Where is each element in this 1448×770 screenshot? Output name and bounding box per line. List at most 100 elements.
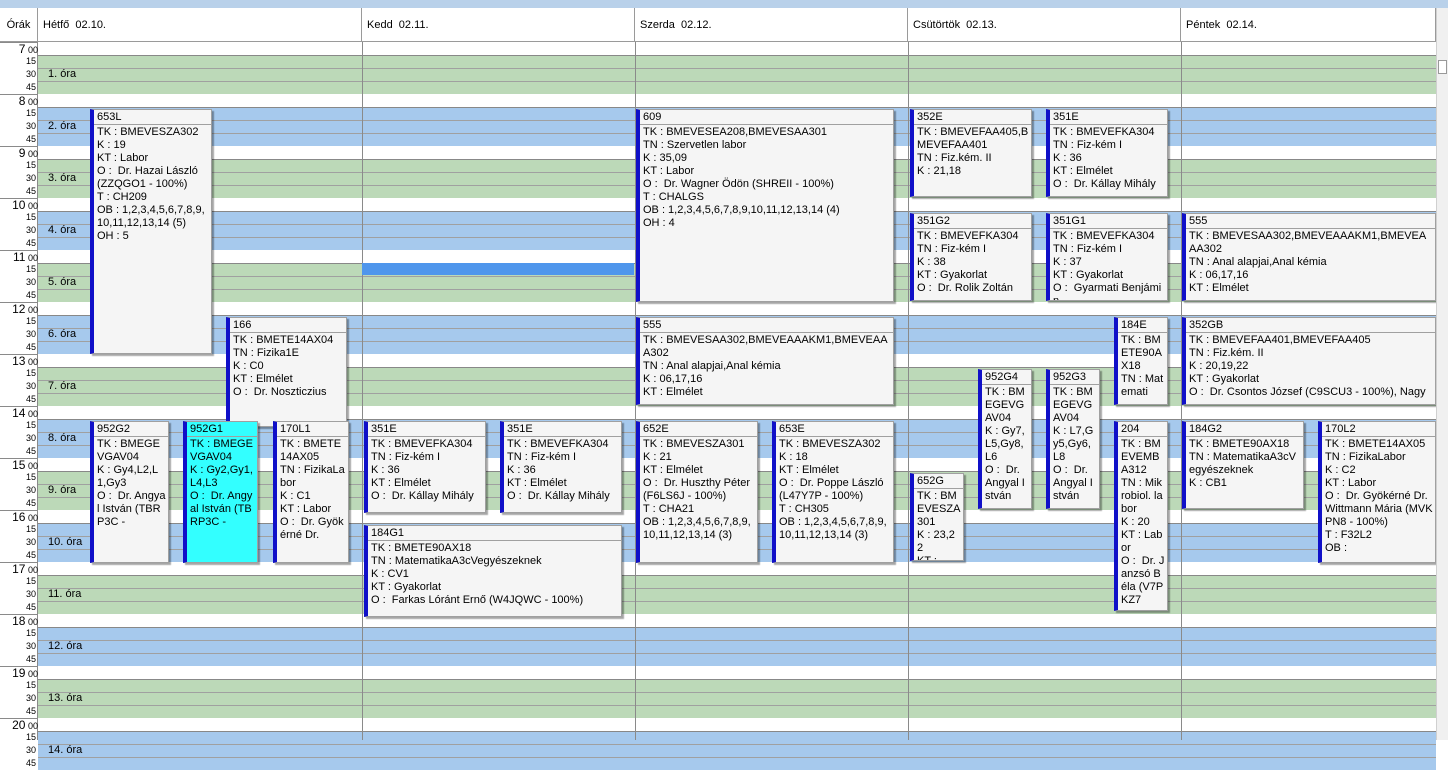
- minute-number: 00: [25, 305, 38, 315]
- course-event[interactable]: 352GB TK : BMEVEFAA401,BMEVEFAA405 TN : Fi…: [1182, 317, 1436, 405]
- hour-number: 18: [12, 614, 26, 628]
- hour-number: 17: [12, 562, 26, 576]
- course-code: 184E: [1118, 319, 1167, 333]
- course-event[interactable]: 652G TK : BMEVESZA301 K : 23,22 KT :: [910, 473, 964, 561]
- selected-time-slot[interactable]: [362, 263, 634, 275]
- period-label: 7. óra: [48, 380, 77, 392]
- quarter-line: [38, 68, 1436, 69]
- hour-number: 11: [13, 250, 26, 264]
- minute-number: 00: [25, 617, 38, 627]
- course-event[interactable]: 351G1 TK : BMEVEFKA304 TN : Fiz-kém IK : 3…: [1046, 213, 1168, 301]
- minute-label: 15: [25, 212, 36, 222]
- quarter-line: [38, 588, 1436, 589]
- course-code: 352GB: [1186, 319, 1435, 333]
- period-label: 5. óra: [48, 276, 77, 288]
- course-detail: O : Farkas Lóránt Ernő (W4JQWC - 100%): [371, 594, 584, 606]
- course-code: 952G2: [94, 423, 168, 437]
- course-event[interactable]: 170L1 TK : BMETE14AX05 TN : FizikaLabor K :…: [273, 421, 349, 563]
- course-event[interactable]: 952G1 TK : BMEGEVGAV04 K : Gy2,Gy1,L4,L3 O …: [183, 421, 258, 563]
- course-code: 653L: [94, 111, 211, 125]
- quarter-line: [38, 601, 1436, 602]
- course-event[interactable]: 184G2 TK : BMETE90AX18 TN : MatematikaA3cV…: [1182, 421, 1304, 509]
- course-detail: K : CV1: [371, 568, 409, 580]
- hour-number: 12: [12, 302, 26, 316]
- course-event[interactable]: 653L TK : BMEVESZA302 K : 19 KT : Labor O : …: [90, 109, 212, 354]
- period-label: 13. óra: [48, 692, 83, 704]
- course-event[interactable]: 652E TK : BMEVESZA301 K : 21 KT : Elmélet O …: [636, 421, 758, 563]
- vertical-scrollbar[interactable]: [1436, 8, 1448, 740]
- minute-label: 45: [25, 134, 36, 144]
- course-event[interactable]: 166 TK : BMETE14AX04 TN : Fizika1E K : C0 KT…: [226, 317, 347, 427]
- course-detail: K : 35,09: [643, 152, 688, 164]
- minute-label: 30: [25, 589, 36, 599]
- course-detail: O : Dr. Kállay Mihály: [371, 490, 474, 502]
- scrollbar-thumb[interactable]: [1438, 60, 1447, 74]
- course-detail: TN : Fiz-kém I: [1053, 139, 1123, 151]
- minute-label: 30: [25, 225, 36, 235]
- day-header-tuesday[interactable]: Kedd 02.11.: [362, 8, 635, 42]
- course-detail: TK : BMEVEFKA304: [371, 438, 473, 450]
- minute-label: 45: [25, 498, 36, 508]
- course-code: 653E: [776, 423, 893, 437]
- day-header-thursday[interactable]: Csütörtök 02.13.: [908, 8, 1181, 42]
- day-header-friday[interactable]: Péntek 02.14.: [1181, 8, 1436, 42]
- hour-label: 16 00: [0, 511, 38, 524]
- course-detail: K : 36: [507, 464, 536, 476]
- period-label: 3. óra: [48, 172, 77, 184]
- day-header-wednesday[interactable]: Szerda 02.12.: [635, 8, 908, 42]
- course-detail: TN : MatematikaA3cVegyészeknek: [1189, 451, 1296, 476]
- course-detail: OB : 1,2,3,4,5,6,7,8,9,10,11,12,13,14 (3…: [779, 516, 887, 541]
- course-event[interactable]: 555 TK : BMEVESAA302,BMEVEAAAKM1,BMEVEAAA…: [636, 317, 894, 405]
- course-event[interactable]: 184G1 TK : BMETE90AX18 TN : MatematikaA3cV…: [364, 525, 622, 617]
- quarter-line: [38, 640, 1436, 641]
- minute-number: 00: [25, 357, 38, 367]
- course-event[interactable]: 170L2 TK : BMETE14AX05 TN : FizikaLabor K :…: [1318, 421, 1436, 563]
- hour-label: 15 00: [0, 459, 38, 472]
- course-code: 652G: [914, 475, 963, 489]
- period-label: 8. óra: [48, 432, 77, 444]
- course-event[interactable]: 555 TK : BMEVESAA302,BMEVEAAAKM1,BMEVEAAA…: [1182, 213, 1436, 301]
- minute-label: 15: [25, 628, 36, 638]
- course-detail: T : CHA21: [643, 503, 695, 515]
- course-detail: TK : BMEGEVGAV04: [97, 438, 160, 463]
- hour-number: 16: [12, 510, 26, 524]
- hour-label: 18 00: [0, 615, 38, 628]
- course-detail: TN : FizikaLabor: [280, 464, 345, 489]
- course-event[interactable]: 352E TK : BMEVEFAA405,BMEVEFAA401 TN : Fiz…: [910, 109, 1032, 197]
- period-label: 1. óra: [48, 68, 77, 80]
- course-event[interactable]: 952G4 TK : BMEGEVGAV04 K : Gy7,L5,Gy8,L6 O …: [978, 369, 1032, 509]
- minute-number: 00: [25, 253, 38, 263]
- course-event[interactable]: 351E TK : BMEVEFKA304 TN : Fiz-kém IK : 36…: [500, 421, 622, 513]
- course-detail: TN : Szervetlen labor: [643, 139, 747, 151]
- course-event[interactable]: 952G3 TK : BMEGEVGAV04 K : L7,Gy5,Gy6,L8 O …: [1046, 369, 1100, 509]
- course-detail: TK : BMEVEFKA304: [917, 230, 1019, 242]
- quarter-line: [38, 744, 1436, 745]
- course-event[interactable]: 609 TK : BMEVESEA208,BMEVESAA301 TN : Szer…: [636, 109, 894, 302]
- course-detail: K : C1: [280, 490, 311, 502]
- minute-number: 00: [25, 149, 38, 159]
- course-detail: KT : Labor: [1325, 477, 1377, 489]
- course-event[interactable]: 952G2 TK : BMEGEVGAV04 K : Gy4,L2,L1,Gy3 O …: [90, 421, 169, 563]
- minute-label: 30: [25, 485, 36, 495]
- course-event[interactable]: 204 TK : BMEVEMBA312 TN : Mikrobiol. labor…: [1114, 421, 1168, 611]
- course-detail: T : CHALGS: [643, 191, 704, 203]
- course-event[interactable]: 184E TK : BMETE90AX18 TN : Matemati: [1114, 317, 1168, 405]
- period-label: 11. óra: [48, 588, 82, 600]
- course-event[interactable]: 351E TK : BMEVEFKA304 TN : Fiz-kém IK : 36…: [364, 421, 486, 513]
- course-detail: TK : BMETE14AX05: [280, 438, 342, 463]
- hour-number: 20: [12, 718, 26, 732]
- course-detail: TN : Fiz.kém. II: [917, 152, 992, 164]
- course-detail: TN : Fizika1E: [233, 347, 300, 359]
- minute-label: 30: [25, 641, 36, 651]
- period-label: 9. óra: [48, 484, 77, 496]
- course-detail: TK : BMEVESZA302: [97, 126, 199, 138]
- timetable-grid: Órák Hétfő 02.10. Kedd 02.11. Szerda 02.…: [0, 8, 1448, 770]
- course-event[interactable]: 653E TK : BMEVESZA302 K : 18 KT : Elmélet O …: [772, 421, 894, 563]
- minute-label: 30: [25, 537, 36, 547]
- course-event[interactable]: 351G2 TK : BMEVEFKA304 TN : Fiz-kém IK : 3…: [910, 213, 1032, 301]
- course-event[interactable]: 351E TK : BMEVEFKA304 TN : Fiz-kém IK : 36…: [1046, 109, 1168, 197]
- course-code: 351E: [368, 423, 485, 437]
- day-header-monday[interactable]: Hétfő 02.10.: [38, 8, 362, 42]
- minute-label: 30: [25, 121, 36, 131]
- hour-number: 14: [12, 406, 26, 420]
